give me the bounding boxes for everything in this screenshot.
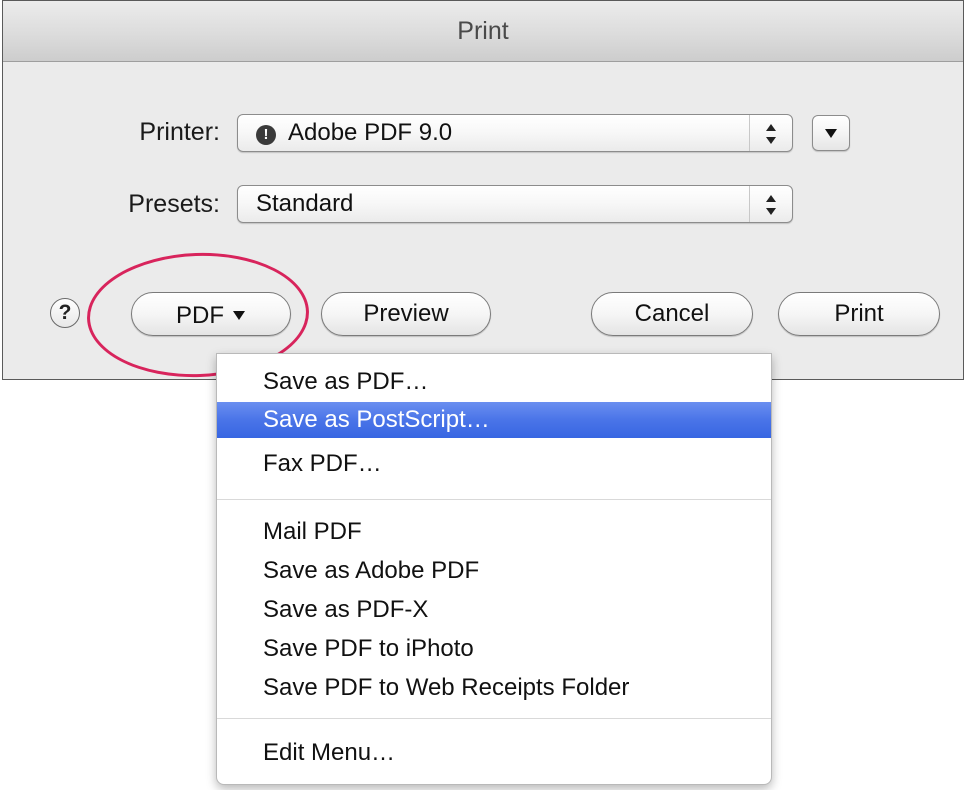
menu-item-save-as-postscript[interactable]: Save as PostScript… — [217, 402, 771, 438]
up-down-arrows-icon — [764, 192, 778, 216]
printer-value: Adobe PDF 9.0 — [288, 119, 453, 146]
print-button[interactable]: Print — [778, 292, 940, 336]
menu-item-fax-pdf[interactable]: Fax PDF… — [217, 446, 771, 482]
menu-item-save-pdf-to-web-receipts[interactable]: Save PDF to Web Receipts Folder — [217, 670, 771, 706]
menu-item-mail-pdf[interactable]: Mail PDF — [217, 514, 771, 550]
menu-separator — [217, 499, 771, 500]
popup-divider — [749, 186, 750, 222]
menu-item-save-as-pdf[interactable]: Save as PDF… — [217, 364, 771, 400]
menu-separator — [217, 718, 771, 719]
print-dialog: Print Printer: ! Adobe PDF 9.0 Presets: — [2, 0, 964, 380]
help-button[interactable]: ? — [50, 298, 80, 328]
dialog-title: Print — [3, 1, 963, 62]
presets-label: Presets: — [128, 190, 220, 218]
pdf-button-label: PDF — [176, 302, 224, 329]
presets-popup[interactable]: Standard — [237, 185, 793, 223]
menu-item-save-as-adobe-pdf[interactable]: Save as Adobe PDF — [217, 553, 771, 589]
caution-icon: ! — [256, 125, 276, 145]
expand-details-button[interactable] — [812, 115, 850, 151]
print-screen: Print Printer: ! Adobe PDF 9.0 Presets: — [0, 0, 967, 790]
printer-popup[interactable]: ! Adobe PDF 9.0 — [237, 114, 793, 152]
pdf-button[interactable]: PDF — [131, 292, 291, 336]
pdf-menu: Save as PDF… Save as PostScript… Fax PDF… — [216, 353, 772, 785]
printer-label: Printer: — [139, 118, 220, 146]
menu-item-edit-menu[interactable]: Edit Menu… — [217, 735, 771, 771]
presets-value: Standard — [256, 190, 354, 217]
printer-popup-content: ! Adobe PDF 9.0 — [256, 115, 452, 151]
dialog-body: Printer: ! Adobe PDF 9.0 Presets: Standar… — [3, 62, 963, 379]
triangle-down-icon — [232, 293, 246, 335]
popup-divider — [749, 115, 750, 151]
cancel-button[interactable]: Cancel — [591, 292, 753, 336]
preview-button[interactable]: Preview — [321, 292, 491, 336]
menu-item-save-as-pdf-x[interactable]: Save as PDF-X — [217, 592, 771, 628]
up-down-arrows-icon — [764, 121, 778, 145]
menu-item-save-pdf-to-iphoto[interactable]: Save PDF to iPhoto — [217, 631, 771, 667]
